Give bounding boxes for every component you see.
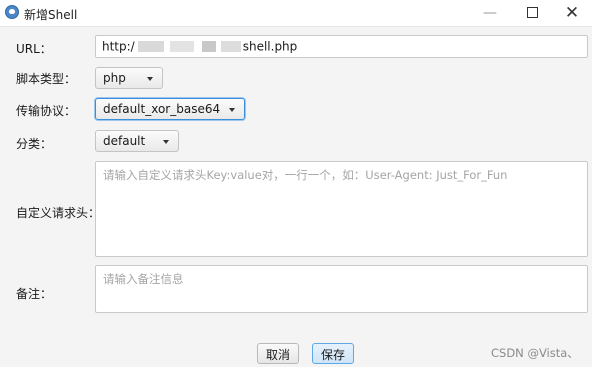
url-label: URL： bbox=[16, 42, 52, 56]
redaction-block bbox=[169, 41, 194, 52]
protocol-label: 传输协议： bbox=[16, 104, 77, 118]
script-type-select[interactable]: php bbox=[95, 67, 163, 89]
title-bar: 新增Shell — ✕ bbox=[0, 0, 592, 27]
script-type-label: 脚本类型： bbox=[16, 72, 77, 86]
protocol-select[interactable]: default_xor_base64 bbox=[95, 98, 245, 120]
category-label: 分类： bbox=[16, 137, 53, 151]
minimize-button[interactable]: — bbox=[470, 0, 510, 26]
chevron-down-icon bbox=[163, 140, 169, 144]
watermark-text: CSDN @Vista、 bbox=[491, 346, 579, 360]
url-input[interactable]: http:/ shell.php bbox=[95, 35, 588, 58]
notes-placeholder: 请输入备注信息 bbox=[103, 272, 184, 286]
script-type-value: php bbox=[103, 71, 126, 85]
notes-textarea[interactable]: 请输入备注信息 bbox=[95, 265, 588, 313]
maximize-icon bbox=[526, 6, 538, 18]
save-button[interactable]: 保存 bbox=[312, 343, 355, 364]
window-title: 新增Shell bbox=[24, 8, 78, 22]
cancel-button[interactable]: 取消 bbox=[257, 343, 300, 364]
shell-app-icon bbox=[5, 5, 19, 19]
close-button[interactable]: ✕ bbox=[552, 0, 592, 26]
chevron-down-icon bbox=[229, 108, 235, 112]
notes-label: 备注： bbox=[16, 287, 53, 301]
headers-label: 自定义请求头： bbox=[16, 206, 101, 220]
url-value-suffix: shell.php bbox=[242, 39, 298, 54]
protocol-value: default_xor_base64 bbox=[103, 102, 221, 116]
url-value-prefix: http:/ bbox=[102, 39, 135, 54]
headers-placeholder: 请输入自定义请求头Key:value对，一行一个，如：User-Agent: J… bbox=[103, 168, 508, 182]
redaction-block bbox=[201, 41, 216, 52]
chevron-down-icon bbox=[147, 77, 153, 81]
headers-textarea[interactable]: 请输入自定义请求头Key:value对，一行一个，如：User-Agent: J… bbox=[95, 161, 588, 257]
maximize-button[interactable] bbox=[512, 0, 552, 26]
category-value: default bbox=[103, 134, 146, 148]
redaction-block bbox=[137, 41, 164, 52]
category-select[interactable]: default bbox=[95, 130, 179, 152]
redaction-block bbox=[220, 41, 241, 52]
